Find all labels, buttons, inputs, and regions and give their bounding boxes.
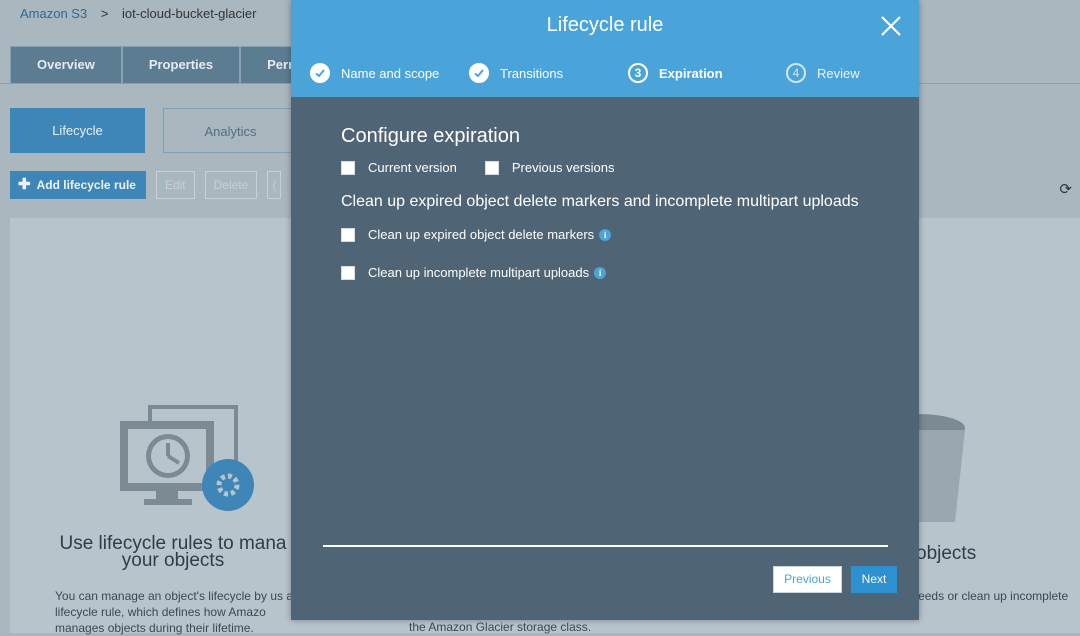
subtab-analytics[interactable]: Analytics — [163, 108, 298, 153]
step-expiration[interactable]: 3 Expiration — [628, 60, 723, 86]
previous-versions-checkbox[interactable] — [484, 160, 499, 175]
footer-divider — [323, 545, 888, 547]
step-number-badge: 4 — [786, 63, 806, 83]
top-tabs: Overview Properties Perm — [10, 46, 327, 84]
cleanup-heading: Clean up expired object delete markers a… — [341, 193, 859, 210]
plus-icon: ✚ — [18, 176, 31, 193]
previous-versions-label: Previous versions — [511, 160, 615, 175]
transition-empty-description: the Amazon Glacier storage class. — [409, 620, 592, 634]
breadcrumb-root-link[interactable]: Amazon S3 — [20, 6, 87, 21]
add-lifecycle-rule-label: Add lifecycle rule — [36, 178, 136, 192]
breadcrumb-separator: > — [100, 6, 109, 21]
current-version-checkbox[interactable] — [341, 160, 355, 175]
dialog-title: Lifecycle rule — [546, 14, 664, 36]
refresh-icon[interactable]: ⟳ — [1059, 180, 1072, 198]
expiration-empty-title: objects — [916, 543, 977, 564]
cleanup-multipart-checkbox[interactable] — [341, 265, 355, 280]
cleanup-multipart-label: Clean up incomplete multipart uploads — [368, 265, 590, 280]
step-label: Review — [817, 65, 860, 81]
lifecycle-empty-title: Use lifecycle rules to mana your objects — [59, 533, 287, 571]
lifecycle-monitor-illustration — [120, 405, 254, 511]
configure-expiration-heading: Configure expiration — [341, 125, 520, 147]
step-label: Name and scope — [341, 65, 440, 81]
info-icon[interactable]: i — [594, 266, 607, 279]
add-lifecycle-rule-button[interactable]: ✚ Add lifecycle rule — [10, 171, 146, 199]
step-review[interactable]: 4 Review — [786, 60, 860, 86]
cleanup-multipart-option: Clean up incomplete multipart uploads i — [341, 265, 607, 280]
previous-button[interactable]: Previous — [773, 566, 842, 593]
current-version-label: Current version — [368, 160, 457, 175]
breadcrumb: Amazon S3 > iot-cloud-bucket-glacier — [20, 6, 256, 21]
cleanup-delete-markers-label: Clean up expired object delete markers — [368, 227, 595, 242]
action-bar: ✚ Add lifecycle rule Edit Delete ( — [10, 171, 282, 199]
wizard-steps: Name and scope Transitions 3 Expiration … — [291, 60, 919, 86]
tab-overview[interactable]: Overview — [10, 46, 122, 84]
subtab-lifecycle[interactable]: Lifecycle — [10, 108, 145, 153]
step-label: Transitions — [500, 65, 564, 81]
lifecycle-empty-description: You can manage an object's lifecycle by … — [55, 589, 293, 635]
info-icon[interactable]: i — [599, 228, 612, 241]
more-actions-button[interactable]: ( — [267, 171, 282, 199]
check-circle-icon — [310, 63, 330, 83]
edit-button[interactable]: Edit — [155, 171, 195, 199]
cleanup-delete-markers-checkbox[interactable] — [341, 227, 355, 242]
tab-properties[interactable]: Properties — [121, 46, 241, 84]
step-transitions[interactable]: Transitions — [469, 60, 563, 86]
step-number-badge: 3 — [628, 63, 648, 83]
step-name-and-scope[interactable]: Name and scope — [310, 60, 439, 86]
next-button[interactable]: Next — [851, 566, 897, 593]
delete-button[interactable]: Delete — [204, 171, 258, 199]
cleanup-markers-option: Clean up expired object delete markers i — [341, 227, 612, 242]
breadcrumb-current: iot-cloud-bucket-glacier — [122, 6, 257, 21]
lifecycle-rule-dialog: Lifecycle rule Name and scope Transition… — [291, 0, 919, 620]
dialog-header: Lifecycle rule Name and scope Transition… — [291, 0, 919, 97]
version-options: Current version Previous versions — [341, 160, 614, 175]
step-label: Expiration — [659, 65, 723, 81]
close-icon[interactable] — [879, 14, 903, 38]
check-circle-icon — [469, 63, 489, 83]
